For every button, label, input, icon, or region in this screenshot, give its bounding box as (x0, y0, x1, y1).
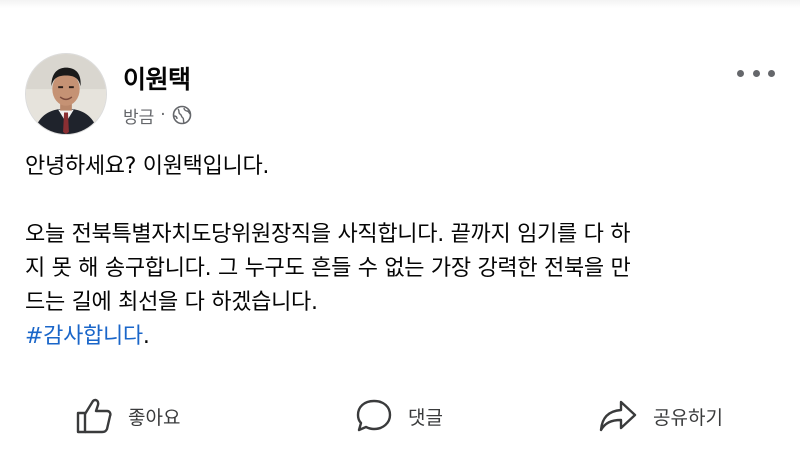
like-button[interactable]: 좋아요 (74, 392, 180, 440)
globe-icon[interactable] (172, 105, 192, 125)
thumbs-up-icon (76, 398, 112, 434)
top-divider (0, 0, 800, 8)
comment-button[interactable]: 댓글 (354, 392, 443, 440)
action-bar: 좋아요 댓글 공유하기 (0, 392, 800, 440)
more-dot (752, 69, 760, 77)
more-dot (737, 69, 744, 77)
author-name[interactable]: 이원택 (123, 60, 191, 96)
post-text-line: 드는 길에 최선을 다 하겠습니다. (25, 290, 318, 315)
more-options-icon[interactable] (737, 62, 775, 84)
hashtag-link[interactable]: #감사합니다 (25, 324, 143, 349)
meta-separator: · (160, 105, 166, 125)
share-arrow-icon (599, 400, 637, 432)
hashtag-line: #감사합니다. (25, 320, 785, 354)
hashtag-suffix: . (142, 324, 150, 349)
avatar[interactable] (25, 53, 107, 135)
post-meta: 방금 · (123, 103, 192, 128)
post-text-line: 지 못 해 송구합니다. 그 누구도 흔들 수 없는 가장 강력한 전북을 만 (25, 256, 631, 281)
profile-photo (26, 54, 106, 134)
post-text-line: 오늘 전북특별자치도당위원장직을 사직합니다. 끝까지 임기를 다 하 (25, 222, 631, 247)
like-label: 좋아요 (128, 406, 181, 429)
comment-bubble-icon (356, 399, 392, 432)
share-button[interactable]: 공유하기 (597, 392, 723, 440)
post-text-line: 안녕하세요? 이원택입니다. (25, 154, 270, 179)
more-dot (768, 69, 775, 77)
facebook-post: 이원택 방금 · 안녕하세요? 이원택입니다. 오늘 전북특별자치도당위원장직을… (0, 0, 800, 453)
share-label: 공유하기 (653, 406, 723, 429)
comment-label: 댓글 (408, 406, 443, 429)
post-time[interactable]: 방금 (123, 103, 154, 128)
post-body: 안녕하세요? 이원택입니다. 오늘 전북특별자치도당위원장직을 사직합니다. 끝… (25, 150, 785, 354)
